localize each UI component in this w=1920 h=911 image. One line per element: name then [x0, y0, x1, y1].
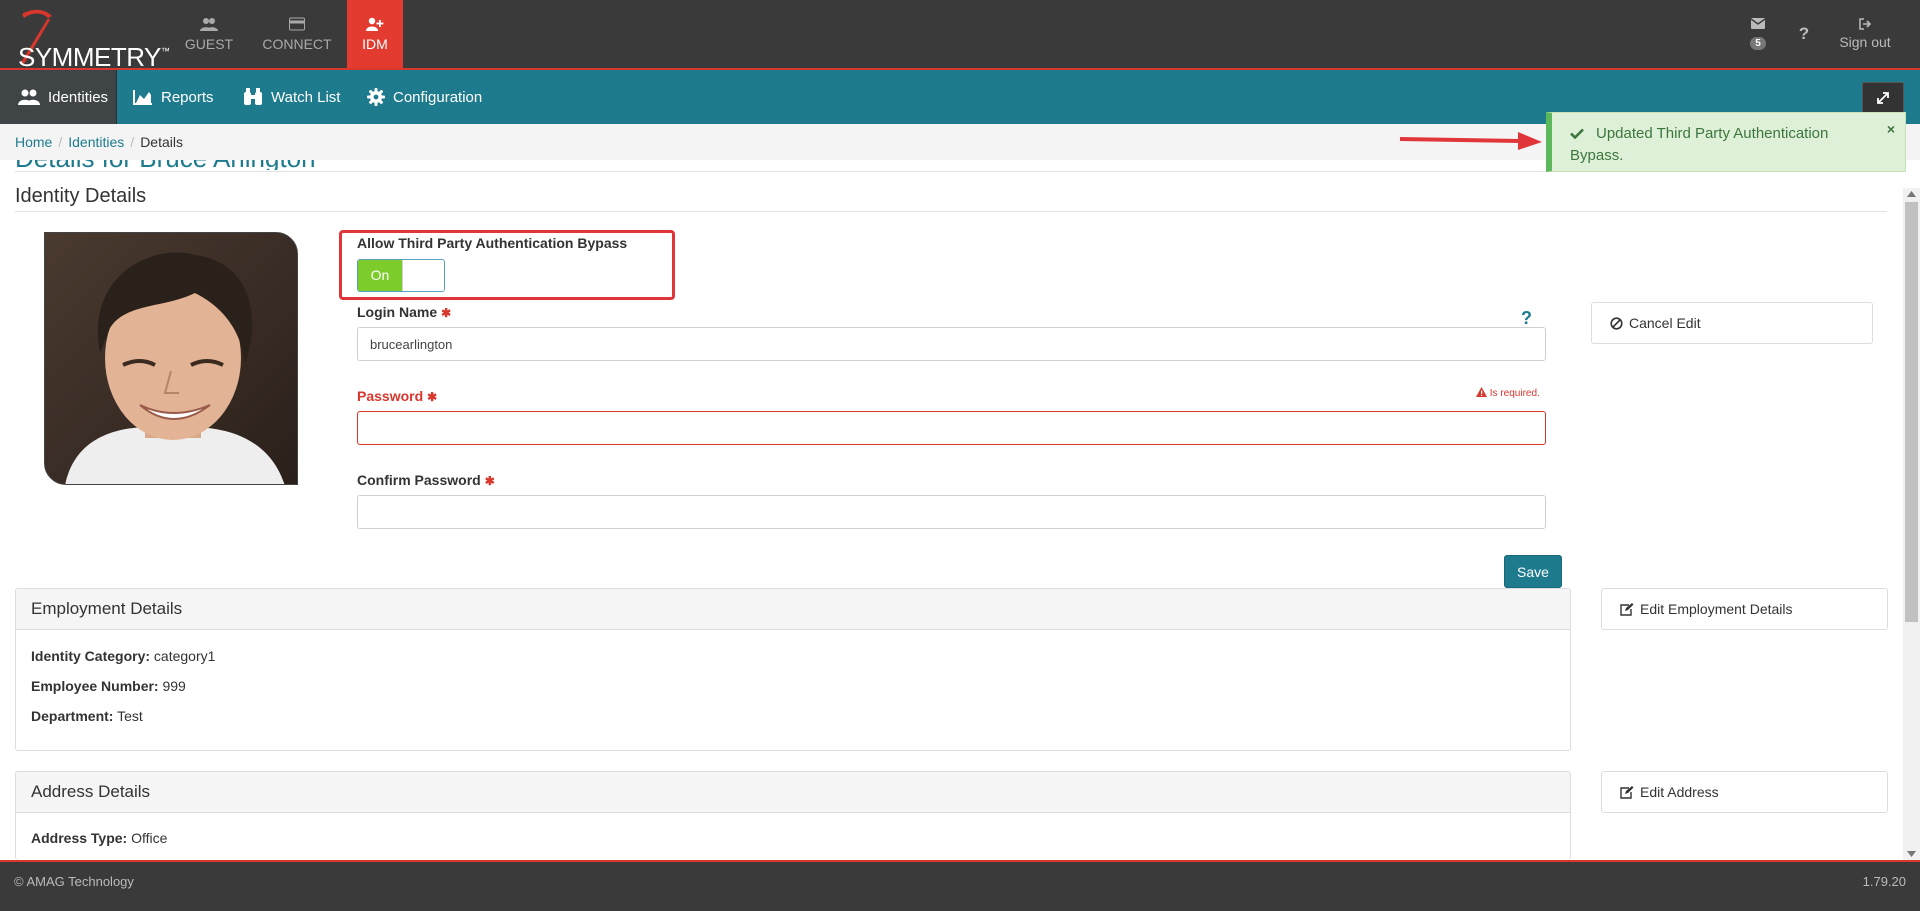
symmetry-logo[interactable]: SYMMETRY™ — [8, 6, 170, 72]
nav-item-identities[interactable]: Identities — [0, 70, 117, 124]
address-type-row: Address Type: Office — [31, 830, 168, 846]
sign-out-label: Sign out — [1839, 34, 1891, 50]
password-input[interactable] — [357, 411, 1546, 445]
nav-item-label: Watch List — [271, 88, 341, 106]
nav-item-watch-list[interactable]: Watch List — [243, 70, 340, 124]
gear-icon — [367, 88, 385, 106]
edit-address-label: Edit Address — [1640, 784, 1719, 800]
edit-address-button[interactable]: Edit Address — [1601, 771, 1888, 813]
sign-out-icon — [1858, 18, 1871, 30]
bypass-label: Allow Third Party Authentication Bypass — [357, 235, 628, 251]
cancel-edit-label: Cancel Edit — [1629, 315, 1701, 331]
sign-out-button[interactable]: Sign out — [1830, 0, 1900, 68]
ban-icon — [1610, 316, 1623, 330]
identity-photo — [44, 232, 298, 485]
toast-close-button[interactable]: × — [1887, 121, 1895, 137]
nav-item-configuration[interactable]: Configuration — [367, 70, 482, 124]
nav-item-label: Configuration — [393, 88, 483, 106]
divider — [15, 211, 1887, 212]
confirm-password-label: Confirm Password ✱ — [357, 472, 495, 488]
department-row: Department: Test — [31, 708, 143, 724]
password-error: Is required. — [1476, 387, 1540, 399]
warning-icon — [1476, 387, 1487, 397]
app-tab-label: CONNECT — [262, 36, 332, 52]
required-marker: ✱ — [427, 390, 438, 404]
footer: © AMAG Technology 1.79.20 — [0, 860, 1920, 911]
breadcrumb-identities[interactable]: Identities — [68, 134, 124, 150]
users-icon — [200, 18, 218, 31]
edit-employment-button[interactable]: Edit Employment Details — [1601, 588, 1888, 630]
breadcrumb-home[interactable]: Home — [15, 134, 52, 150]
area-chart-icon — [133, 90, 152, 105]
confirm-password-input[interactable] — [357, 495, 1546, 529]
fullscreen-button[interactable] — [1862, 82, 1904, 114]
required-marker: ✱ — [484, 474, 495, 488]
page-title-wrapper: Details for Bruce Arlington — [15, 160, 415, 170]
toggle-on-label: On — [358, 260, 402, 291]
page-scrollbar[interactable] — [1903, 188, 1920, 860]
app-tab-guest[interactable]: GUEST — [180, 0, 238, 68]
top-bar: SYMMETRY™ GUEST CONNECT IDM 5 ? Sign out — [0, 0, 1920, 72]
footer-copyright: © AMAG Technology — [14, 874, 134, 889]
toggle-handle — [402, 260, 444, 291]
edit-icon — [1620, 785, 1634, 799]
nav-item-label: Reports — [161, 88, 214, 106]
identity-category-row: Identity Category: category1 — [31, 648, 216, 664]
bypass-toggle[interactable]: On — [357, 259, 445, 292]
edit-employment-label: Edit Employment Details — [1640, 601, 1793, 617]
edit-icon — [1620, 602, 1634, 616]
scroll-down-icon[interactable] — [1907, 851, 1916, 857]
message-count-badge: 5 — [1750, 37, 1766, 50]
envelope-icon — [1751, 18, 1765, 29]
employment-details-title: Employment Details — [16, 589, 1570, 630]
employment-details-panel: Employment Details Identity Category: ca… — [15, 588, 1571, 751]
help-icon[interactable]: ? — [1521, 308, 1532, 329]
annotation-arrow-icon — [1399, 132, 1542, 150]
app-tab-idm[interactable]: IDM — [347, 0, 403, 68]
user-plus-icon — [366, 17, 384, 31]
card-icon — [289, 17, 305, 31]
users-icon — [18, 89, 40, 105]
breadcrumb-separator: / — [58, 134, 63, 150]
breadcrumb-separator: / — [130, 134, 135, 150]
app-tab-label: IDM — [362, 36, 388, 52]
password-label: Password ✱ — [357, 388, 438, 404]
required-marker: ✱ — [441, 306, 452, 320]
logo-text: SYMMETRY™ — [18, 42, 170, 72]
expand-icon — [1877, 92, 1889, 104]
success-toast: Updated Third Party Authentication Bypas… — [1546, 112, 1906, 172]
app-tab-connect[interactable]: CONNECT — [258, 0, 336, 68]
nav-item-label: Identities — [48, 88, 109, 106]
identity-details-title: Identity Details — [15, 185, 147, 207]
employee-number-row: Employee Number: 999 — [31, 678, 186, 694]
nav-item-reports[interactable]: Reports — [133, 70, 214, 124]
footer-version: 1.79.20 — [1862, 874, 1906, 889]
address-details-panel: Address Details Address Type: Office — [15, 771, 1571, 860]
password-error-text: Is required. — [1489, 388, 1540, 399]
login-name-input[interactable] — [357, 327, 1546, 361]
address-details-title: Address Details — [16, 772, 1570, 813]
scroll-thumb[interactable] — [1905, 202, 1918, 622]
page-title: Details for Bruce Arlington — [15, 160, 316, 170]
cancel-edit-button[interactable]: Cancel Edit — [1591, 302, 1873, 344]
binoculars-icon — [244, 88, 262, 105]
app-tab-label: GUEST — [184, 36, 234, 52]
save-button[interactable]: Save — [1504, 555, 1562, 588]
messages-button[interactable]: 5 — [1740, 0, 1776, 68]
help-button[interactable]: ? — [1792, 24, 1816, 48]
breadcrumb-current: Details — [140, 134, 183, 150]
portrait-image — [45, 233, 297, 484]
toast-message: Updated Third Party Authentication Bypas… — [1570, 125, 1829, 164]
login-name-label: Login Name ✱ — [357, 304, 452, 320]
scroll-up-icon[interactable] — [1907, 191, 1916, 197]
